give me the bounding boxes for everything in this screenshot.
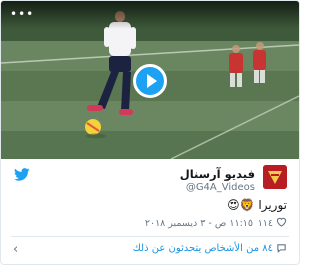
avatar[interactable] [263,165,287,189]
twitter-bird-icon[interactable] [14,168,30,181]
arsenal-avatar [263,165,287,189]
divider [11,236,289,237]
more-icon[interactable]: ••• [10,7,34,21]
chevron-left-icon[interactable]: ‹ [13,242,18,257]
tweet-footer[interactable]: ٨٤ من الأشخاص يتحدثون عن ذلك ‹ [1,238,299,262]
tweet-text: توريرا 🦁😍 [227,198,287,212]
like-count[interactable]: ١١٤ [258,218,273,229]
tweet-meta: ١١٤ ١١:١٥ ص - ٣ ديسمبر ٢٠١٨ [1,215,299,233]
speech-bubble-icon [277,244,286,253]
play-button[interactable] [133,64,167,98]
timestamp[interactable]: ١١:١٥ ص - ٣ ديسمبر ٢٠١٨ [145,218,253,229]
heart-icon[interactable] [276,217,287,227]
tweet-card: ••• فيديو آرسنال @G4A_Videos توريرا 🦁😍 ١… [0,0,300,265]
tweet-header: فيديو آرسنال @G4A_Videos [1,161,299,197]
play-icon [146,74,157,88]
conversation-link[interactable]: ٨٤ من الأشخاص يتحدثون عن ذلك [133,243,273,254]
author-handle[interactable]: @G4A_Videos [186,182,255,193]
media-overlay [1,1,299,29]
author-display-name[interactable]: فيديو آرسنال [180,167,255,181]
video-thumbnail[interactable]: ••• [1,1,299,159]
